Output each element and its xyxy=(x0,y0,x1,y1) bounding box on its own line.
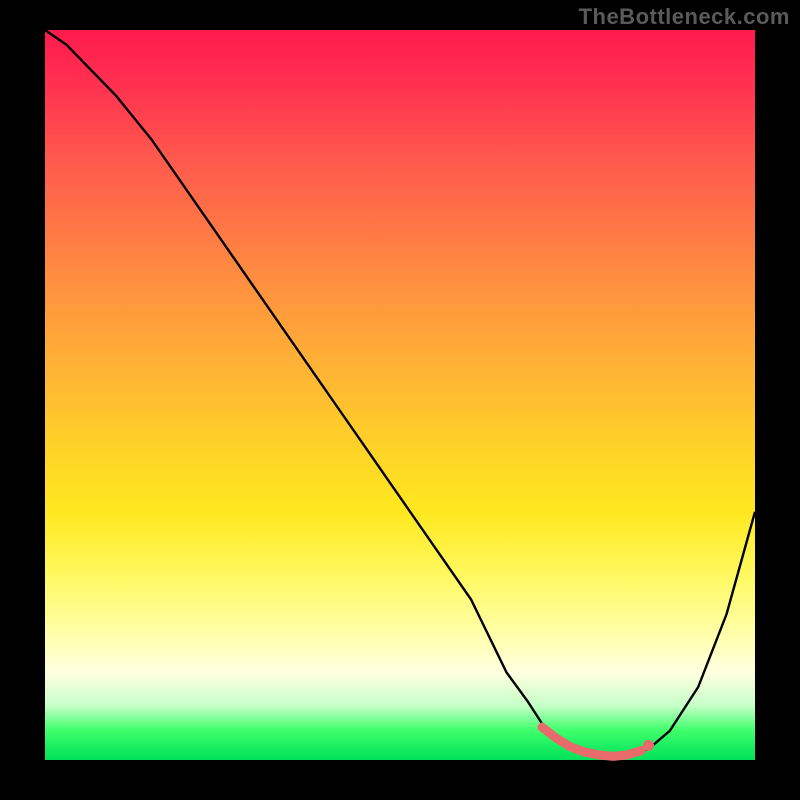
watermark-text: TheBottleneck.com xyxy=(579,4,790,30)
bottleneck-curve xyxy=(45,30,755,756)
chart-plot-area xyxy=(45,30,755,760)
chart-curve-layer xyxy=(45,30,755,760)
optimal-point-marker xyxy=(643,740,654,751)
optimal-region-highlight xyxy=(542,727,641,756)
